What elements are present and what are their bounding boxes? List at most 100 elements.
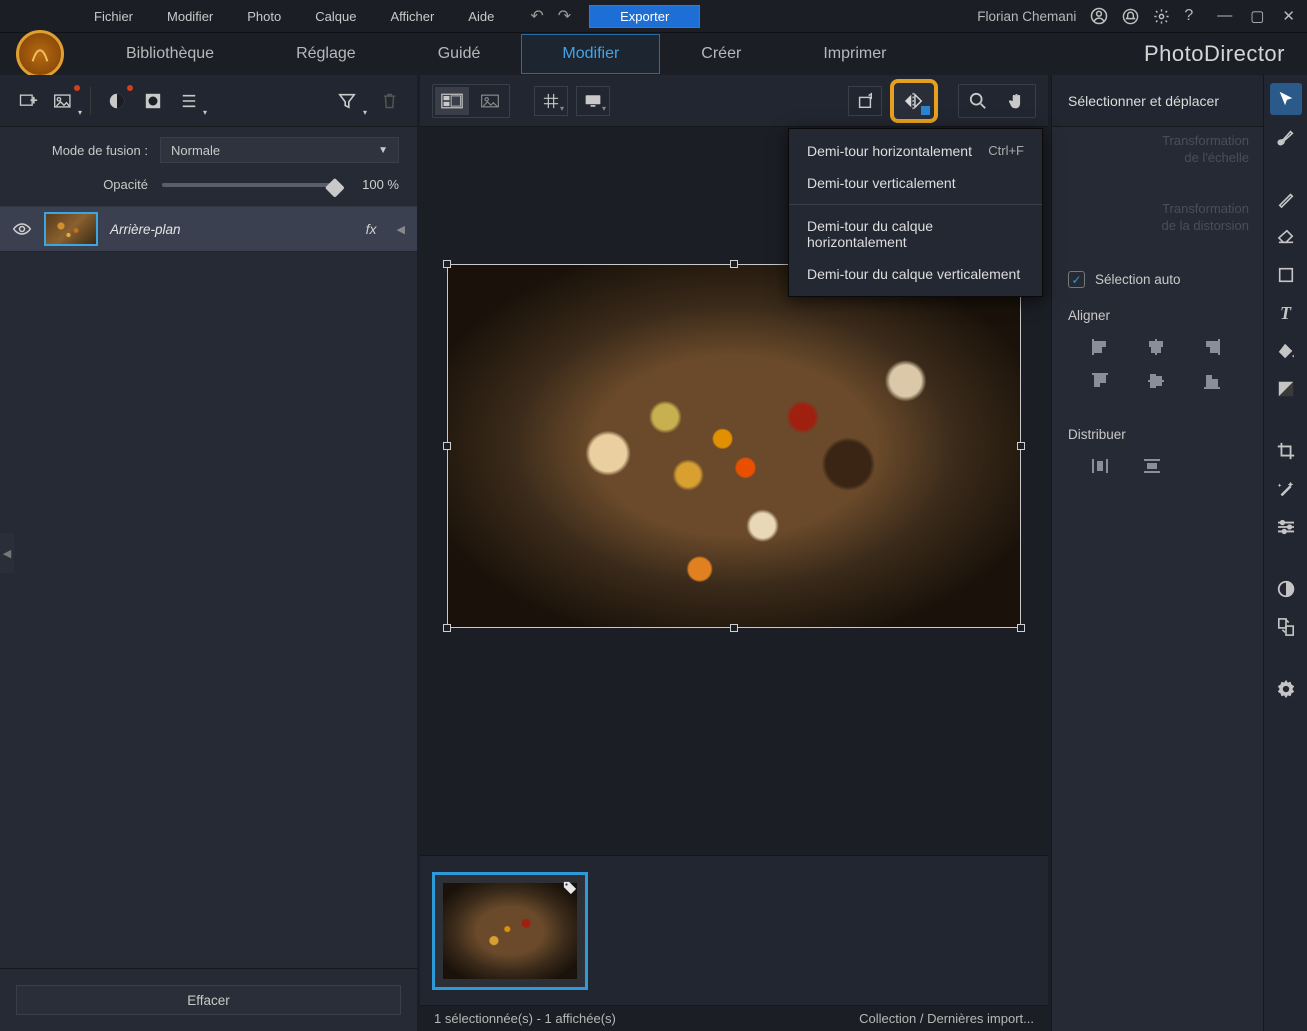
align-center-h-icon[interactable] bbox=[1144, 337, 1168, 357]
auto-select-checkbox[interactable]: ✓ Sélection auto bbox=[1068, 271, 1247, 288]
layer-fx-label[interactable]: fx bbox=[366, 221, 377, 237]
opacity-value: 100 % bbox=[353, 177, 399, 192]
undo-icon[interactable]: ↶ bbox=[530, 6, 543, 26]
layer-expand-icon[interactable]: ◀ bbox=[397, 223, 405, 236]
tag-icon bbox=[563, 881, 577, 895]
menu-photo[interactable]: Photo bbox=[231, 5, 297, 28]
view-mode-single-icon[interactable] bbox=[435, 87, 469, 115]
flip-layer-horizontal-item[interactable]: Demi-tour du calque horizontalement bbox=[789, 210, 1042, 258]
tab-adjust[interactable]: Réglage bbox=[255, 34, 397, 74]
flip-vertical-item[interactable]: Demi-tour verticalement bbox=[789, 167, 1042, 199]
brush-tool-icon[interactable] bbox=[1270, 121, 1302, 153]
tool-sidebar: T bbox=[1263, 75, 1307, 1031]
align-right-icon[interactable] bbox=[1200, 337, 1224, 357]
app-logo-icon bbox=[15, 29, 65, 79]
adjustments-tool-icon[interactable] bbox=[1270, 511, 1302, 543]
resize-handle[interactable] bbox=[443, 260, 451, 268]
erase-button[interactable]: Effacer bbox=[16, 985, 401, 1015]
properties-panel: Sélectionner et déplacer Transformation … bbox=[1051, 75, 1263, 1031]
layer-visibility-icon[interactable] bbox=[12, 222, 32, 236]
mask-square-icon[interactable] bbox=[139, 87, 167, 115]
distribute-h-icon[interactable] bbox=[1088, 456, 1112, 476]
flip-dropdown-menu: Demi-tour horizontalement Ctrl+F Demi-to… bbox=[788, 128, 1043, 297]
shape-tool-icon[interactable] bbox=[1270, 259, 1302, 291]
blend-mode-label: Mode de fusion : bbox=[18, 143, 148, 158]
add-image-layer-icon[interactable]: ▾ bbox=[50, 87, 78, 115]
eraser-tool-icon[interactable] bbox=[1270, 221, 1302, 253]
resize-handle[interactable] bbox=[443, 624, 451, 632]
distribute-section-title: Distribuer bbox=[1068, 427, 1247, 442]
menu-file[interactable]: Fichier bbox=[78, 5, 149, 28]
tab-create[interactable]: Créer bbox=[660, 34, 782, 74]
resize-handle[interactable] bbox=[1017, 442, 1025, 450]
crop-tool-icon[interactable] bbox=[1270, 435, 1302, 467]
tab-library[interactable]: Bibliothèque bbox=[85, 34, 255, 74]
pan-hand-icon[interactable] bbox=[999, 87, 1033, 115]
window-minimize-icon[interactable]: — bbox=[1217, 7, 1232, 25]
menu-layer[interactable]: Calque bbox=[299, 5, 372, 28]
pen-tool-icon[interactable] bbox=[1270, 183, 1302, 215]
canvas-selection-box[interactable] bbox=[447, 264, 1021, 628]
layer-list-icon[interactable]: ▾ bbox=[175, 87, 203, 115]
blend-mode-select[interactable]: Normale▼ bbox=[160, 137, 399, 163]
gradient-tool-icon[interactable] bbox=[1270, 373, 1302, 405]
resize-handle[interactable] bbox=[730, 260, 738, 268]
flip-dropdown-button[interactable] bbox=[890, 79, 938, 123]
export-button[interactable]: Exporter bbox=[589, 5, 700, 28]
filter-funnel-icon[interactable]: ▾ bbox=[333, 87, 361, 115]
resize-handle[interactable] bbox=[443, 442, 451, 450]
tab-print[interactable]: Imprimer bbox=[782, 34, 927, 74]
blur-tool-icon[interactable] bbox=[1270, 573, 1302, 605]
menu-view[interactable]: Afficher bbox=[374, 5, 450, 28]
mask-circle-icon[interactable] bbox=[103, 87, 131, 115]
rotate-icon[interactable] bbox=[848, 86, 882, 116]
menu-edit[interactable]: Modifier bbox=[151, 5, 229, 28]
align-bottom-icon[interactable] bbox=[1200, 371, 1224, 391]
view-mode-compare-icon[interactable] bbox=[473, 87, 507, 115]
layer-thumbnail[interactable] bbox=[44, 212, 98, 246]
tab-guided[interactable]: Guidé bbox=[397, 34, 522, 74]
distribute-v-icon[interactable] bbox=[1140, 456, 1164, 476]
window-close-icon[interactable]: ✕ bbox=[1282, 7, 1295, 25]
opacity-slider[interactable] bbox=[162, 183, 339, 187]
window-maximize-icon[interactable]: ▢ bbox=[1250, 7, 1264, 25]
align-left-icon[interactable] bbox=[1088, 337, 1112, 357]
magic-tool-icon[interactable] bbox=[1270, 473, 1302, 505]
move-tool-icon[interactable] bbox=[1270, 83, 1302, 115]
layer-row[interactable]: Arrière-plan fx ◀ bbox=[0, 206, 417, 252]
settings-tool-icon[interactable] bbox=[1270, 673, 1302, 705]
help-icon[interactable]: ? bbox=[1184, 7, 1193, 25]
settings-gear-icon[interactable] bbox=[1153, 8, 1170, 25]
resize-handle[interactable] bbox=[730, 624, 738, 632]
status-selection-label: 1 sélectionnée(s) - 1 affichée(s) bbox=[434, 1011, 616, 1026]
zoom-tool-icon[interactable] bbox=[961, 87, 995, 115]
flip-layer-vertical-item[interactable]: Demi-tour du calque verticalement bbox=[789, 258, 1042, 290]
grid-toggle-icon[interactable] bbox=[534, 86, 568, 116]
notifications-icon[interactable] bbox=[1122, 8, 1139, 25]
screen-options-icon[interactable] bbox=[576, 86, 610, 116]
opacity-label: Opacité bbox=[18, 177, 148, 192]
align-top-icon[interactable] bbox=[1088, 371, 1112, 391]
flip-horizontal-item[interactable]: Demi-tour horizontalement Ctrl+F bbox=[789, 135, 1042, 167]
filmstrip-thumbnail[interactable] bbox=[432, 872, 588, 990]
redo-icon[interactable]: ↷ bbox=[558, 6, 571, 26]
delete-trash-icon[interactable] bbox=[375, 87, 403, 115]
tab-edit[interactable]: Modifier bbox=[521, 34, 660, 74]
menu-help[interactable]: Aide bbox=[452, 5, 510, 28]
menu-bar: Fichier Modifier Photo Calque Afficher A… bbox=[0, 0, 1307, 32]
layer-name-label: Arrière-plan bbox=[110, 222, 354, 237]
canvas-panel: Demi-tour horizontalement Ctrl+F Demi-to… bbox=[420, 75, 1048, 1031]
align-section-title: Aligner bbox=[1068, 308, 1247, 323]
align-center-v-icon[interactable] bbox=[1144, 371, 1168, 391]
resize-handle[interactable] bbox=[1017, 624, 1025, 632]
text-tool-icon[interactable]: T bbox=[1270, 297, 1302, 329]
user-account-icon[interactable] bbox=[1090, 7, 1108, 25]
new-layer-icon[interactable] bbox=[14, 87, 42, 115]
properties-header: Sélectionner et déplacer bbox=[1052, 75, 1263, 127]
fill-tool-icon[interactable] bbox=[1270, 335, 1302, 367]
user-name-label: Florian Chemani bbox=[977, 9, 1076, 24]
brand-label: PhotoDirector bbox=[1144, 41, 1285, 67]
dropdown-corner-icon bbox=[921, 106, 930, 115]
export-layers-icon[interactable] bbox=[1270, 611, 1302, 643]
panel-collapse-left-icon[interactable]: ◀ bbox=[0, 533, 14, 573]
